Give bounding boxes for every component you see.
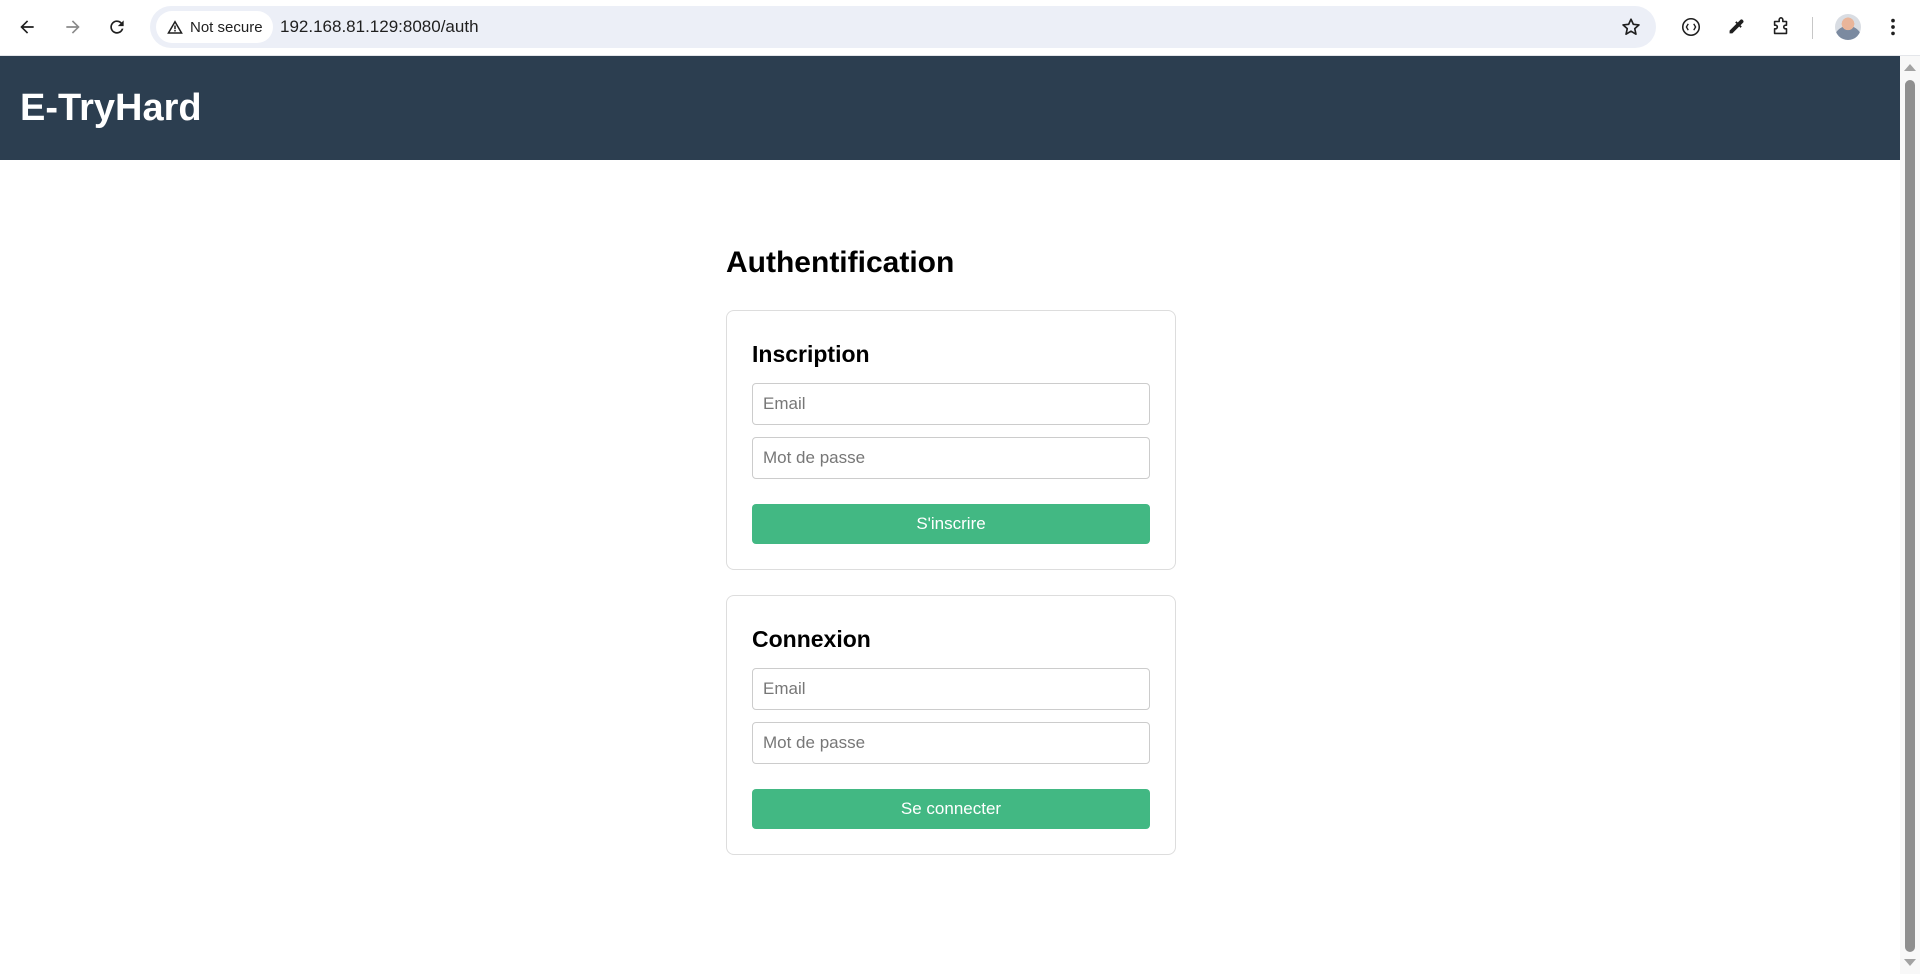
site-title: E-TryHard <box>20 87 202 129</box>
page-viewport: E-TryHard Authentification Inscription S… <box>0 56 1900 974</box>
bookmark-button[interactable] <box>1618 14 1644 40</box>
browser-menu-button[interactable] <box>1876 10 1910 44</box>
browser-toolbar: Not secure 192.168.81.129:8080/auth <box>0 0 1920 56</box>
back-button[interactable] <box>10 10 44 44</box>
eyedropper-button[interactable] <box>1719 10 1753 44</box>
signup-card: Inscription S'inscrire <box>726 310 1176 570</box>
reload-button[interactable] <box>100 10 134 44</box>
scroll-up-arrow[interactable] <box>1904 64 1916 71</box>
url-text[interactable]: 192.168.81.129:8080/auth <box>280 6 479 48</box>
login-title: Connexion <box>752 626 871 652</box>
page-title: Authentification <box>726 246 955 279</box>
login-password-input[interactable] <box>752 722 1150 764</box>
forward-button[interactable] <box>56 10 90 44</box>
extension-button[interactable] <box>1674 10 1708 44</box>
scroll-down-arrow[interactable] <box>1904 959 1916 966</box>
more-icon <box>1891 18 1895 36</box>
page-scrollbar[interactable] <box>1900 56 1920 974</box>
star-icon <box>1622 18 1640 35</box>
scroll-thumb[interactable] <box>1905 80 1915 952</box>
warning-icon <box>167 20 183 34</box>
signup-title: Inscription <box>752 341 870 367</box>
profile-avatar[interactable] <box>1835 14 1861 40</box>
puzzle-icon <box>1773 17 1788 35</box>
login-email-input[interactable] <box>752 668 1150 710</box>
forward-icon <box>66 20 80 34</box>
signup-email-input[interactable] <box>752 383 1150 425</box>
reload-icon <box>110 20 124 34</box>
eyedropper-icon <box>1729 19 1744 34</box>
login-card: Connexion Se connecter <box>726 595 1176 855</box>
security-label: Not secure <box>190 18 263 36</box>
site-header: E-TryHard <box>0 56 1900 160</box>
auth-container: Authentification Inscription S'inscrire … <box>726 246 1176 880</box>
security-chip[interactable]: Not secure <box>156 11 273 43</box>
signup-button[interactable]: S'inscrire <box>752 504 1150 544</box>
toolbar-divider <box>1812 17 1813 39</box>
extensions-menu-button[interactable] <box>1764 10 1798 44</box>
address-bar[interactable]: Not secure 192.168.81.129:8080/auth <box>150 6 1656 48</box>
login-button[interactable]: Se connecter <box>752 789 1150 829</box>
signup-password-input[interactable] <box>752 437 1150 479</box>
back-icon <box>20 20 34 34</box>
extension-icon <box>1681 17 1701 37</box>
